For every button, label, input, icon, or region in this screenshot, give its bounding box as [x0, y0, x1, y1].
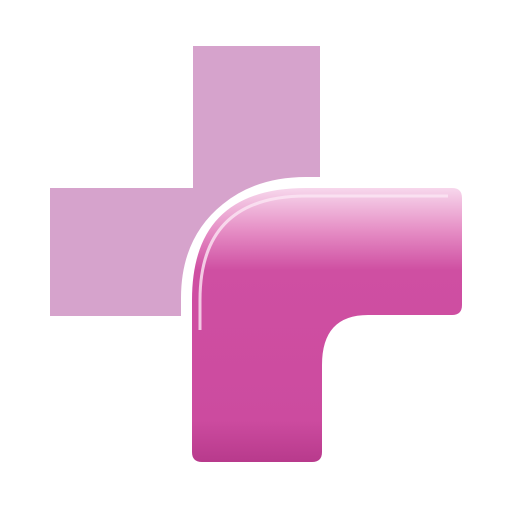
- cross-front-shape: [192, 188, 462, 462]
- app-canvas: [0, 0, 512, 512]
- medical-cross-logo-icon: [50, 46, 462, 462]
